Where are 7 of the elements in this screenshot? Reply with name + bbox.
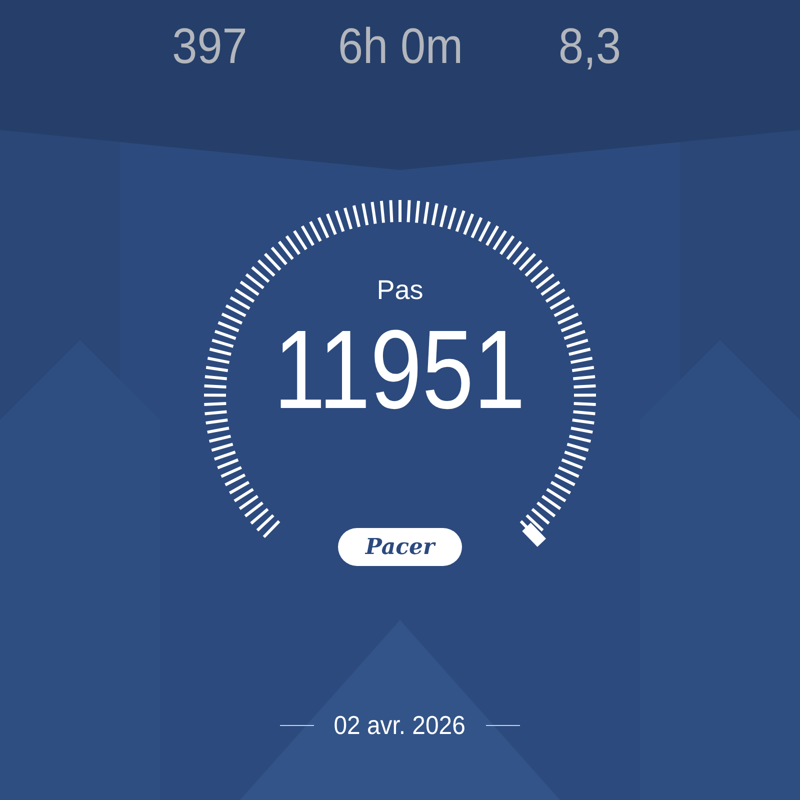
stat-value: 6h 0m <box>337 18 463 74</box>
step-count: 11951 <box>274 314 526 426</box>
stat-value: 397 <box>172 18 248 74</box>
date-label: 02 avr. 2026 <box>334 710 466 741</box>
brand-badge: Pacer <box>338 528 462 566</box>
stat-value: 8,3 <box>558 18 622 74</box>
gauge-label: Pas <box>376 274 424 306</box>
